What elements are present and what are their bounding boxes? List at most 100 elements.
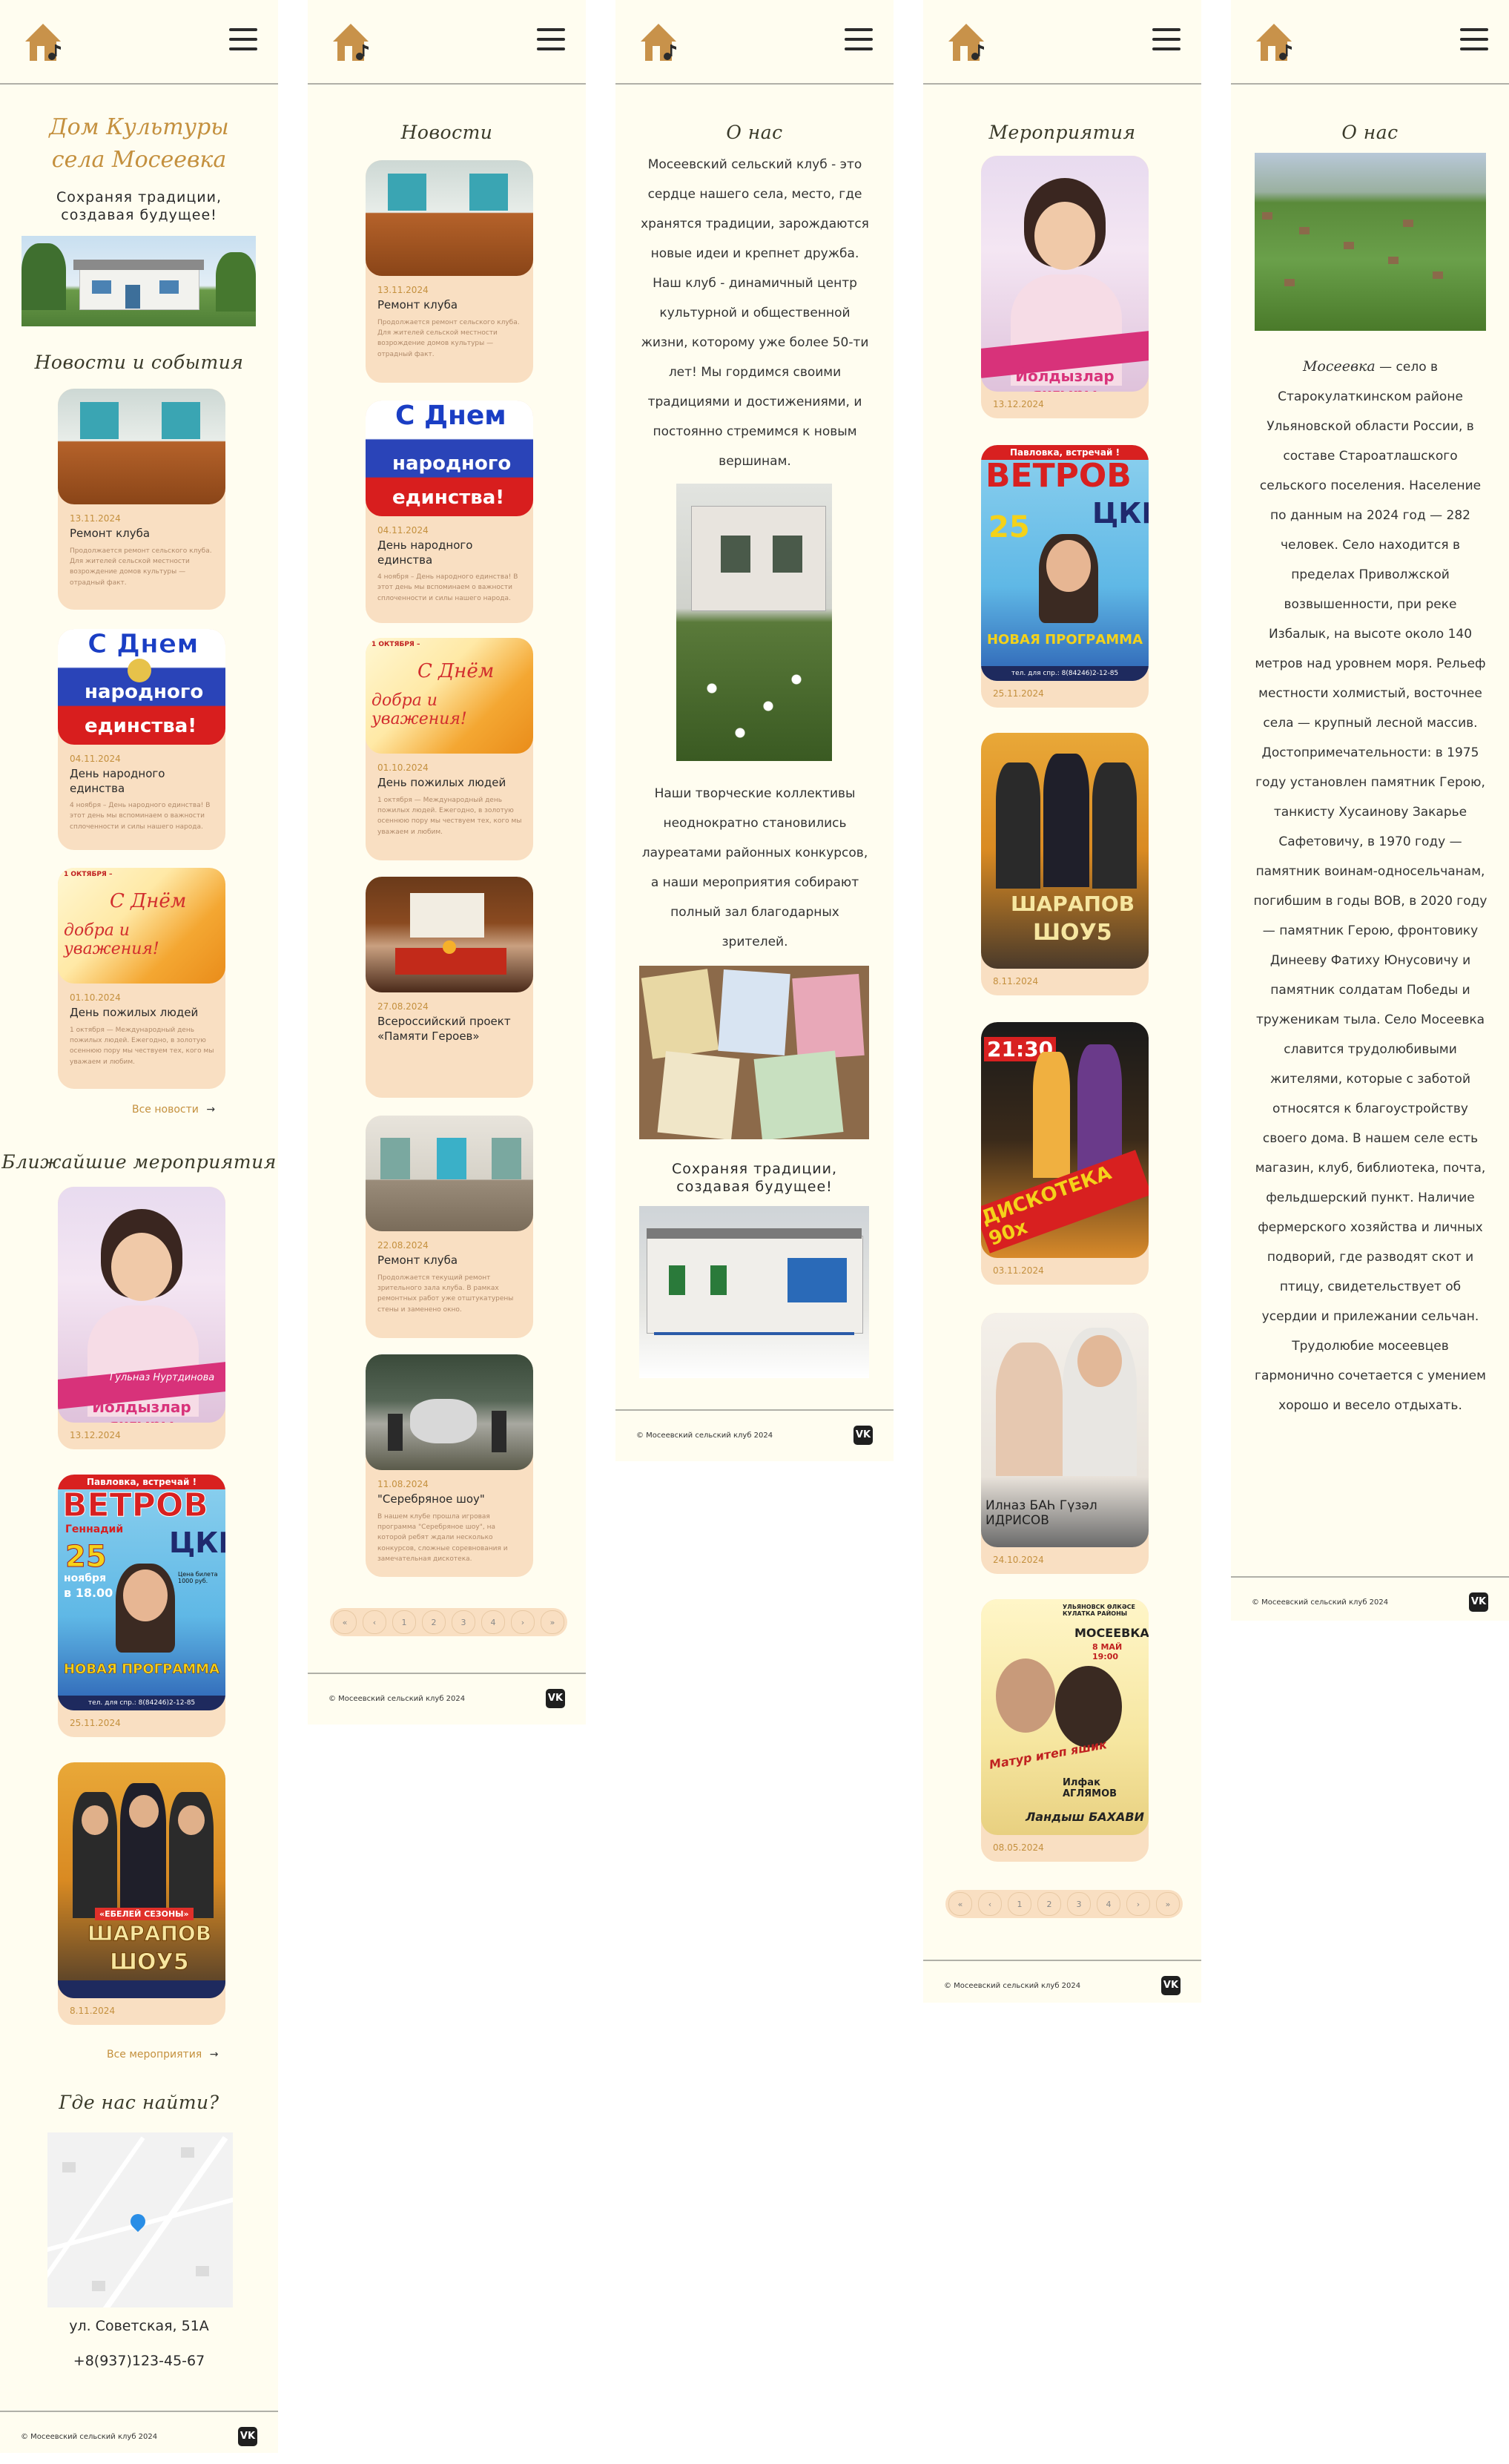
news-desc: 4 ноября – День народного единства! В эт…: [70, 802, 211, 831]
vk-icon[interactable]: VK: [238, 2427, 257, 2446]
news-date: 01.10.2024: [70, 992, 121, 1003]
event-date: 8.11.2024: [993, 976, 1039, 986]
event-poster-sharapov: ШАРАПОВ ШОУ5: [981, 733, 1149, 969]
all-events-link[interactable]: Все мероприятия →: [107, 2049, 218, 2061]
house-logo-icon[interactable]: [636, 19, 681, 65]
news-desc: Продолжается ремонт сельского клуба. Для…: [70, 547, 212, 587]
header: [615, 0, 894, 85]
copyright: © Мосеевский сельский клуб 2024: [1252, 1598, 1389, 1607]
event-card[interactable]: Йолдызлар янгыры Гульназ Нуртдинова 13.1…: [58, 1187, 225, 1449]
news-date: 04.11.2024: [377, 525, 429, 536]
header: [0, 0, 278, 85]
hamburger-menu-icon[interactable]: [845, 28, 873, 52]
news-date: 13.11.2024: [70, 513, 121, 524]
phone[interactable]: +8(937)123-45-67: [0, 2353, 278, 2369]
page-first-button[interactable]: «: [333, 1610, 357, 1634]
page-last-button[interactable]: »: [1156, 1892, 1180, 1916]
pagination: « ‹ 1 2 3 4 › »: [945, 1890, 1183, 1918]
news-card[interactable]: 11.08.2024 "Серебряное шоу" В нашем клуб…: [366, 1354, 533, 1577]
news-desc: 1 октября — Международный день пожилых л…: [70, 1026, 214, 1066]
page-button[interactable]: 1: [1008, 1892, 1031, 1916]
house-logo-icon[interactable]: [21, 19, 65, 65]
vk-icon[interactable]: VK: [1469, 1592, 1488, 1612]
home-screen: Дом Культуры села Мосеевка Сохраняя трад…: [0, 0, 278, 2453]
page-prev-button[interactable]: ‹: [363, 1610, 386, 1634]
page-prev-button[interactable]: ‹: [978, 1892, 1002, 1916]
news-title: День пожилых людей: [70, 1006, 199, 1019]
page-title: Мероприятия: [988, 122, 1136, 143]
location-map[interactable]: [47, 2132, 233, 2307]
page-button[interactable]: 1: [392, 1610, 416, 1634]
news-title: Ремонт клуба: [377, 298, 458, 312]
arrow-right-icon: →: [206, 1104, 216, 1116]
news-date: 04.11.2024: [70, 754, 121, 764]
footer: © Мосеевский сельский клуб 2024 VK: [308, 1673, 586, 1726]
event-card[interactable]: УЛЬЯНОВСК ӨЛКӘСЕ КУЛАТКА РАЙОНЫ МОСЕЕВКА…: [981, 1599, 1149, 1862]
event-card[interactable]: «ЕБЕЛЕЙ СЕЗОНЫ» ШАРАПОВ ШОУ5 8.11.2024: [58, 1762, 225, 2025]
event-card[interactable]: Йолдызлар янгыры 13.12.2024: [981, 156, 1149, 418]
hamburger-menu-icon[interactable]: [1460, 28, 1488, 52]
news-photo-hall: [58, 389, 225, 504]
vk-icon[interactable]: VK: [1161, 1976, 1181, 1995]
news-title: День пожилых людей: [377, 776, 506, 789]
news-poster-elderly: 1 ОКТЯБРЯ – С Днём добра и уважения!: [366, 638, 533, 754]
vk-icon[interactable]: VK: [853, 1426, 873, 1445]
event-date: 13.12.2024: [70, 1430, 121, 1440]
news-poster-unity: С Днем народного единства!: [58, 629, 225, 745]
copyright: © Мосеевский сельский клуб 2024: [21, 2433, 158, 2441]
hamburger-menu-icon[interactable]: [1152, 28, 1181, 52]
event-card[interactable]: 21:30 ДИСКОТЕКА 90х 03.11.2024: [981, 1022, 1149, 1285]
page-next-button[interactable]: ›: [511, 1610, 535, 1634]
events-section-title: Ближайшие мероприятия: [1, 1151, 277, 1173]
page-first-button[interactable]: «: [948, 1892, 972, 1916]
all-news-link[interactable]: Все новости →: [132, 1104, 215, 1116]
news-screen: Новости 13.11.2024 Ремонт клуба Продолжа…: [308, 0, 586, 1725]
arrow-right-icon: →: [209, 2049, 219, 2061]
house-logo-icon[interactable]: [328, 19, 373, 65]
news-card[interactable]: 22.08.2024 Ремонт клуба Продолжается тек…: [366, 1116, 533, 1338]
news-card[interactable]: 1 ОКТЯБРЯ – С Днём добра и уважения! 01.…: [58, 868, 225, 1089]
news-card[interactable]: 27.08.2024 Всероссийский проект «Памяти …: [366, 877, 533, 1098]
event-date: 8.11.2024: [70, 2006, 116, 2016]
event-card[interactable]: Павловка, встречай ! ВЕТРОВ Геннадий 25 …: [58, 1475, 225, 1737]
news-card[interactable]: 13.11.2024 Ремонт клуба Продолжается рем…: [366, 160, 533, 383]
event-poster-vetrov: Павловка, встречай ! ВЕТРОВ Геннадий 25 …: [58, 1475, 225, 1710]
page-next-button[interactable]: ›: [1126, 1892, 1150, 1916]
event-poster-vetrov: Павловка, встречай ! ВЕТРОВ 25 ЦКР НОВАЯ…: [981, 445, 1149, 681]
news-card[interactable]: С Днем народного единства! 04.11.2024 Де…: [366, 401, 533, 623]
page-button[interactable]: 3: [1067, 1892, 1091, 1916]
hamburger-menu-icon[interactable]: [229, 28, 257, 52]
event-date: 25.11.2024: [993, 688, 1044, 699]
page-button[interactable]: 3: [452, 1610, 475, 1634]
village-screen: О нас Мосеевка — село в Старокулаткинско…: [1231, 0, 1509, 1621]
about-collectives: Наши творческие коллективы неоднократно …: [641, 786, 868, 949]
house-logo-icon[interactable]: [1252, 19, 1296, 65]
news-title: Ремонт клуба: [377, 1254, 458, 1267]
page-title: О нас: [726, 122, 783, 143]
footer: © Мосеевский сельский клуб 2024 VK: [0, 2411, 278, 2464]
news-title: Всероссийский проект «Памяти Героев»: [377, 1015, 511, 1043]
news-card[interactable]: 13.11.2024 Ремонт клуба Продолжается рем…: [58, 389, 225, 610]
hamburger-menu-icon[interactable]: [537, 28, 565, 52]
page-button[interactable]: 2: [422, 1610, 446, 1634]
page-title: О нас: [1341, 122, 1399, 143]
page-button[interactable]: 4: [481, 1610, 505, 1634]
vk-icon[interactable]: VK: [546, 1689, 565, 1708]
diplomas-photo: [639, 966, 869, 1139]
footer: © Мосеевский сельский клуб 2024 VK: [1231, 1576, 1509, 1630]
village-text: — село в Старокулаткинском районе Ульяно…: [1253, 360, 1487, 1413]
house-logo-icon[interactable]: [944, 19, 988, 65]
event-poster-singer: Йолдызлар янгыры Гульназ Нуртдинова: [58, 1187, 225, 1423]
event-card[interactable]: ШАРАПОВ ШОУ5 8.11.2024: [981, 733, 1149, 995]
pagination: « ‹ 1 2 3 4 › »: [330, 1608, 567, 1636]
news-desc: 4 ноября – День народного единства! В эт…: [377, 573, 518, 602]
news-card[interactable]: С Днем народного единства! 04.11.2024 Де…: [58, 629, 225, 850]
event-card[interactable]: Павловка, встречай ! ВЕТРОВ 25 ЦКР НОВАЯ…: [981, 445, 1149, 708]
event-poster-sharapov: «ЕБЕЛЕЙ СЕЗОНЫ» ШАРАПОВ ШОУ5: [58, 1762, 225, 1998]
news-card[interactable]: 1 ОКТЯБРЯ – С Днём добра и уважения! 01.…: [366, 638, 533, 860]
page-button[interactable]: 4: [1097, 1892, 1120, 1916]
page-button[interactable]: 2: [1037, 1892, 1061, 1916]
news-date: 11.08.2024: [377, 1479, 429, 1489]
event-card[interactable]: Илназ БАҺ Гүзәл ИДРИСОВ 24.10.2024: [981, 1313, 1149, 1574]
page-last-button[interactable]: »: [541, 1610, 564, 1634]
